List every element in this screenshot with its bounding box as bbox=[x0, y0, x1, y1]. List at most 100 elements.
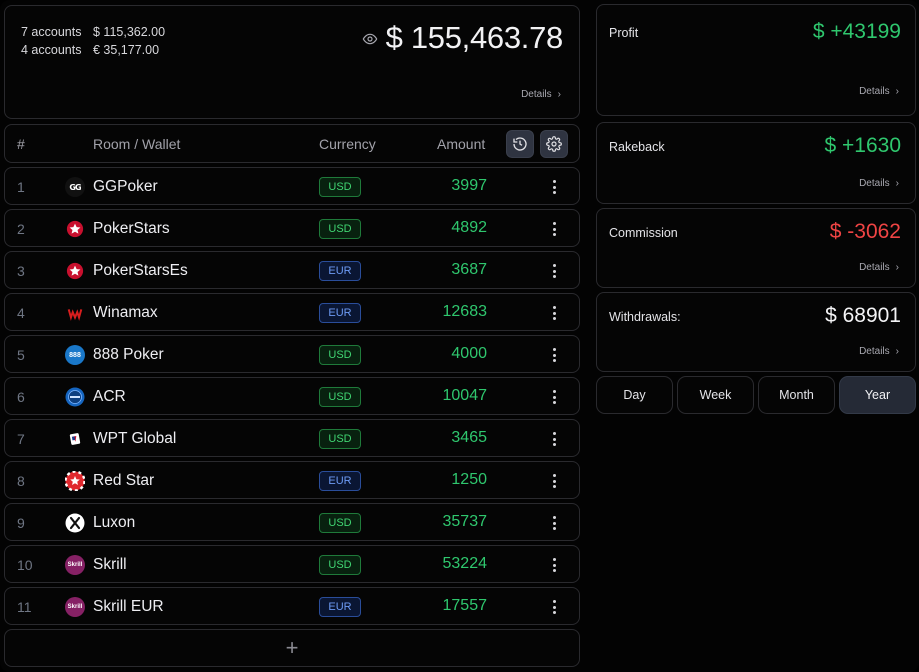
amount-value: 12683 bbox=[442, 303, 488, 320]
currency-badge: USD bbox=[319, 177, 361, 197]
table-row[interactable]: 4 Winamax EUR 12683 bbox=[4, 293, 580, 331]
commission-value: $ -3062 bbox=[829, 220, 901, 243]
period-tab-month[interactable]: Month bbox=[758, 376, 835, 414]
room-name: Skrill EUR bbox=[93, 598, 164, 615]
period-tab-day[interactable]: Day bbox=[596, 376, 673, 414]
more-options-icon[interactable] bbox=[549, 598, 559, 616]
room-name: PokerStarsEs bbox=[93, 262, 188, 279]
room-name: ACR bbox=[93, 388, 126, 405]
amount-value: 35737 bbox=[442, 513, 488, 530]
table-row[interactable]: 6 ACR USD 10047 bbox=[4, 377, 580, 415]
room-name: Skrill bbox=[93, 556, 127, 573]
column-header-number: # bbox=[17, 136, 25, 152]
wpt-icon bbox=[65, 429, 85, 449]
amount-value: 3997 bbox=[451, 177, 487, 194]
room-name: PokerStars bbox=[93, 220, 170, 237]
ggpoker-icon: GG bbox=[65, 177, 85, 197]
room-name: Luxon bbox=[93, 514, 136, 531]
table-row[interactable]: 2 PokerStars USD 4892 bbox=[4, 209, 580, 247]
luxon-icon bbox=[65, 513, 85, 533]
commission-details-link[interactable]: Details › bbox=[859, 262, 899, 273]
table-row[interactable]: 1 GG GGPoker USD 3997 bbox=[4, 167, 580, 205]
more-options-icon[interactable] bbox=[549, 220, 559, 238]
row-number: 3 bbox=[17, 263, 25, 279]
room-name: Winamax bbox=[93, 304, 158, 321]
withdrawals-value: $ 68901 bbox=[825, 304, 901, 327]
rakeback-value: $ +1630 bbox=[824, 134, 902, 157]
column-header-amount: Amount bbox=[437, 136, 486, 152]
more-options-icon[interactable] bbox=[549, 262, 559, 280]
summary-details-link[interactable]: Details › bbox=[521, 89, 561, 100]
row-number: 9 bbox=[17, 515, 25, 531]
chevron-right-icon: › bbox=[895, 86, 899, 97]
rakeback-details-link[interactable]: Details › bbox=[859, 178, 899, 189]
plus-icon: + bbox=[285, 635, 299, 660]
details-label: Details bbox=[859, 178, 890, 189]
more-options-icon[interactable] bbox=[549, 304, 559, 322]
profit-details-link[interactable]: Details › bbox=[859, 86, 899, 97]
app-window: 7 accounts $ 115,362.00 4 accounts € 35,… bbox=[0, 0, 919, 672]
winamax-icon bbox=[65, 303, 85, 323]
more-options-icon[interactable] bbox=[549, 514, 559, 532]
room-name: GGPoker bbox=[93, 178, 158, 195]
amount-value: 3687 bbox=[451, 261, 487, 278]
details-label: Details bbox=[521, 89, 552, 100]
row-number: 2 bbox=[17, 221, 25, 237]
column-header-room: Room / Wallet bbox=[93, 136, 181, 152]
room-name: Red Star bbox=[93, 472, 155, 489]
withdrawals-label: Withdrawals: bbox=[609, 310, 681, 324]
table-row[interactable]: 5 888 888 Poker USD 4000 bbox=[4, 335, 580, 373]
amount-value: 17557 bbox=[442, 597, 488, 614]
period-tab-week[interactable]: Week bbox=[677, 376, 754, 414]
row-number: 7 bbox=[17, 431, 25, 447]
more-options-icon[interactable] bbox=[549, 430, 559, 448]
chevron-right-icon: › bbox=[895, 346, 899, 357]
pokerstars-icon bbox=[65, 219, 85, 239]
grand-total-value: $ 155,463.78 bbox=[385, 20, 564, 55]
room-name: 888 Poker bbox=[93, 346, 164, 363]
table-row[interactable]: 7 WPT Global USD 3465 bbox=[4, 419, 580, 457]
history-button[interactable] bbox=[506, 130, 534, 158]
rakeback-card: Rakeback $ +1630 Details › bbox=[596, 122, 916, 204]
details-label: Details bbox=[859, 86, 890, 97]
table-row[interactable]: 11 Skrill Skrill EUR EUR 17557 bbox=[4, 587, 580, 625]
currency-badge: EUR bbox=[319, 303, 361, 323]
acr-icon bbox=[65, 387, 85, 407]
withdrawals-details-link[interactable]: Details › bbox=[859, 346, 899, 357]
more-options-icon[interactable] bbox=[549, 346, 559, 364]
balance-summary-card: 7 accounts $ 115,362.00 4 accounts € 35,… bbox=[4, 5, 580, 119]
amount-value: 4892 bbox=[451, 219, 487, 236]
currency-badge: USD bbox=[319, 219, 361, 239]
history-icon bbox=[513, 137, 527, 151]
row-number: 4 bbox=[17, 305, 25, 321]
settings-button[interactable] bbox=[540, 130, 568, 158]
table-row[interactable]: 3 PokerStarsEs EUR 3687 bbox=[4, 251, 580, 289]
currency-badge: EUR bbox=[319, 471, 361, 491]
row-number: 5 bbox=[17, 347, 25, 363]
account-breakdown: 7 accounts $ 115,362.00 4 accounts € 35,… bbox=[21, 23, 165, 59]
chevron-right-icon: › bbox=[895, 178, 899, 189]
table-row[interactable]: 8 Red Star EUR 1250 bbox=[4, 461, 580, 499]
commission-card: Commission $ -3062 Details › bbox=[596, 208, 916, 288]
currency-badge: USD bbox=[319, 345, 361, 365]
more-options-icon[interactable] bbox=[549, 388, 559, 406]
add-account-button[interactable]: + bbox=[4, 629, 580, 667]
eye-icon[interactable] bbox=[362, 31, 378, 47]
account-count: 7 accounts bbox=[21, 25, 82, 39]
more-options-icon[interactable] bbox=[549, 472, 559, 490]
more-options-icon[interactable] bbox=[549, 556, 559, 574]
column-header-currency: Currency bbox=[319, 136, 376, 152]
amount-value: 10047 bbox=[442, 387, 488, 404]
account-line-eur: 4 accounts € 35,177.00 bbox=[21, 41, 165, 59]
more-options-icon[interactable] bbox=[549, 178, 559, 196]
details-label: Details bbox=[859, 262, 890, 273]
gear-icon bbox=[546, 136, 562, 152]
row-number: 8 bbox=[17, 473, 25, 489]
room-name: WPT Global bbox=[93, 430, 177, 447]
row-number: 11 bbox=[17, 599, 32, 615]
period-tab-year[interactable]: Year bbox=[839, 376, 916, 414]
chevron-right-icon: › bbox=[557, 89, 561, 100]
table-row[interactable]: 9 Luxon USD 35737 bbox=[4, 503, 580, 541]
table-row[interactable]: 10 Skrill Skrill USD 53224 bbox=[4, 545, 580, 583]
currency-badge: USD bbox=[319, 513, 361, 533]
